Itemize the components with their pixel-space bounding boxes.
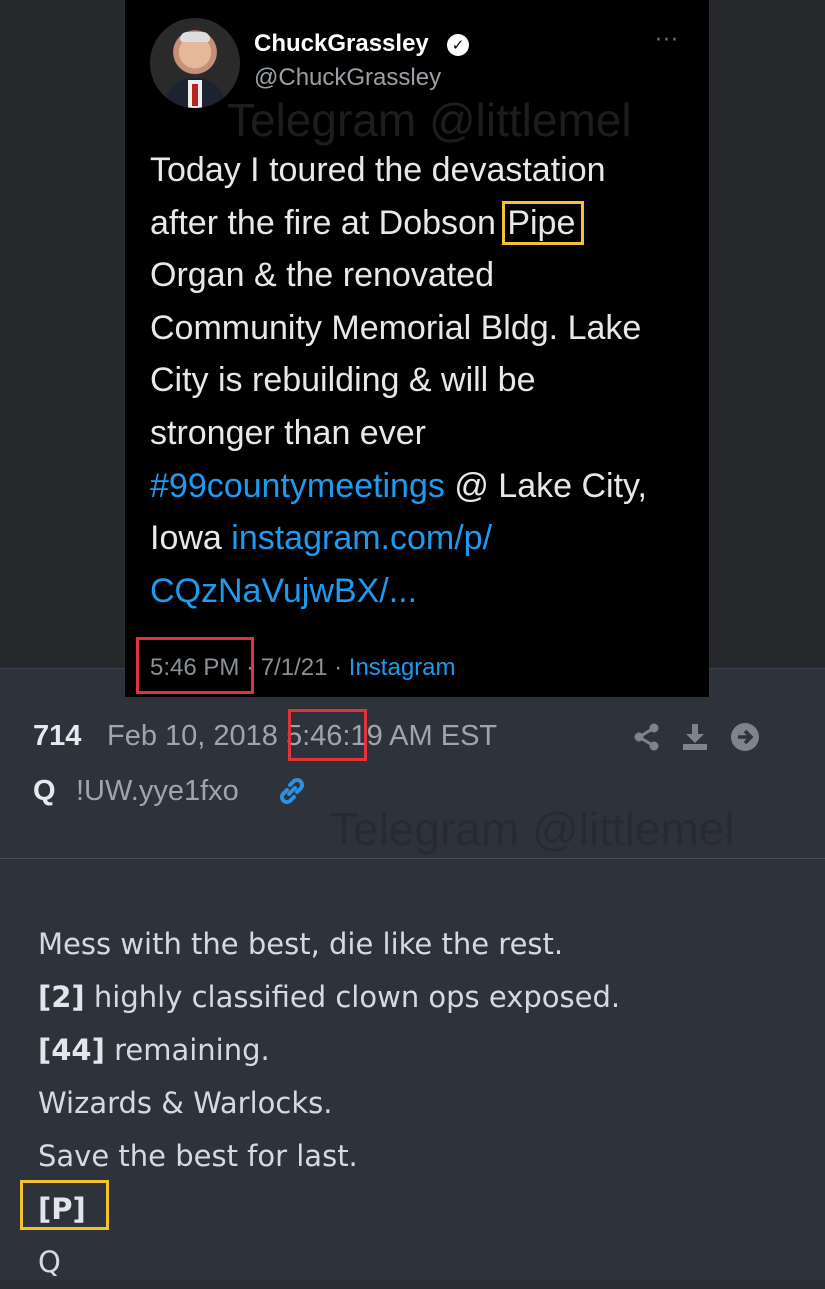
tweet-text: Today I toured the devastation after the… — [150, 144, 690, 617]
post-line: Wizards & Warlocks. — [38, 1086, 333, 1120]
tweet-text-line: Today I toured the devastation — [150, 151, 606, 189]
tweet-text-line: Community Memorial Bldg. Lake — [150, 308, 642, 347]
highlight-box-post-time — [288, 709, 367, 761]
instagram-link-continued[interactable]: CQzNaVujwBX/... — [150, 565, 690, 618]
tweet-text-line: stronger than ever — [150, 413, 426, 452]
tweet-text-line: Organ & the renovated — [150, 256, 495, 295]
highlight-box-tweet-time — [136, 637, 254, 694]
verified-badge-icon: ✓ — [447, 34, 469, 56]
post-divider — [0, 858, 825, 859]
tweet-text-line: after the fire at Dobson Pipe — [150, 197, 690, 250]
tweet-card: ChuckGrassley ✓ @ChuckGrassley ··· Teleg… — [125, 0, 709, 697]
post-body: Mess with the best, die like the rest. [… — [38, 918, 620, 1289]
share-icon[interactable] — [632, 722, 662, 758]
post-author: Q — [33, 775, 56, 807]
post-tripcode: !UW.yye1fxo — [76, 775, 239, 807]
post-number[interactable]: 714 — [33, 720, 81, 753]
post-line: [P] — [38, 1192, 86, 1226]
watermark: Telegram @littlemel — [330, 803, 735, 855]
post-line: [44] remaining. — [38, 1033, 270, 1067]
tweet-source-link[interactable]: Instagram — [349, 654, 456, 681]
arrow-right-circle-icon[interactable] — [730, 722, 760, 758]
tweet-author-name[interactable]: ChuckGrassley — [254, 30, 429, 58]
tweet-text-line: City is rebuilding & will be — [150, 361, 536, 400]
highlighted-word-pipe: Pipe — [502, 200, 585, 245]
tweet-text-line: Iowa instagram.com/p/ — [150, 519, 493, 558]
post-line: Q — [38, 1245, 61, 1279]
tweet-text-line: #99countymeetings @ Lake City, — [150, 466, 647, 505]
hashtag-link[interactable]: #99countymeetings — [150, 467, 445, 505]
post-line: Mess with the best, die like the rest. — [38, 927, 564, 961]
highlight-box-p — [20, 1180, 109, 1230]
post-line: [2] highly classified clown ops exposed. — [38, 980, 621, 1014]
tweet-author-handle[interactable]: @ChuckGrassley — [254, 64, 441, 92]
post-line: Save the best for last. — [38, 1139, 358, 1173]
link-icon[interactable] — [275, 774, 309, 816]
watermark: Telegram @littlemel — [227, 94, 632, 146]
instagram-link[interactable]: instagram.com/p/ — [231, 519, 492, 557]
download-icon[interactable] — [680, 722, 710, 758]
more-options-icon[interactable]: ··· — [655, 28, 679, 53]
